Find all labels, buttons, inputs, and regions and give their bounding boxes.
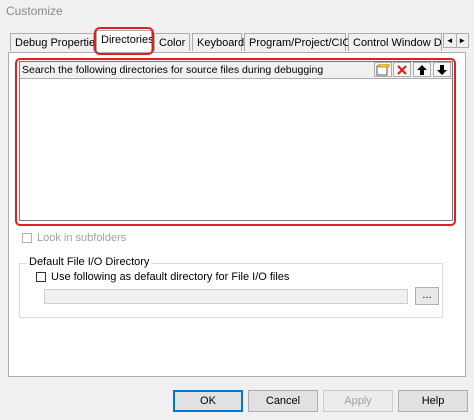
tab-scroll-right-icon[interactable]: ► [455, 34, 469, 47]
look-in-subfolders-checkbox[interactable] [22, 233, 32, 243]
move-up-icon [417, 65, 427, 75]
use-default-dir-checkbox[interactable] [36, 272, 46, 282]
directories-tab-highlight [94, 27, 154, 55]
browse-button[interactable]: ... [415, 287, 439, 305]
tab-control-window[interactable]: Control Window Di [348, 33, 442, 51]
delete-button[interactable] [393, 62, 411, 77]
window-title: Customize [6, 4, 63, 18]
ok-button[interactable]: OK [173, 390, 243, 412]
directory-list[interactable] [19, 61, 453, 221]
new-folder-button[interactable] [374, 62, 392, 77]
move-down-button[interactable] [433, 62, 451, 77]
tab-program-project-cio[interactable]: Program/Project/CIO [244, 33, 351, 51]
file-io-path-field[interactable] [44, 289, 408, 304]
tab-scroll-arrows[interactable]: ◄ ► [443, 33, 469, 48]
move-down-icon [437, 65, 447, 75]
apply-button[interactable]: Apply [323, 390, 393, 412]
look-in-subfolders-label: Look in subfolders [37, 232, 127, 244]
directory-list-header-text: Search the following directories for sou… [22, 64, 324, 76]
tab-scroll-left-icon[interactable]: ◄ [444, 34, 456, 47]
title-bar: Customize [0, 0, 474, 22]
use-default-dir-label: Use following as default directory for F… [51, 271, 290, 283]
file-io-group-label: Default File I/O Directory [27, 256, 152, 268]
tab-debug-properties[interactable]: Debug Properties [10, 33, 101, 51]
cancel-button[interactable]: Cancel [248, 390, 318, 412]
delete-icon [397, 65, 407, 75]
new-folder-icon [376, 63, 390, 76]
tab-color[interactable]: Color [154, 33, 190, 51]
help-button[interactable]: Help [398, 390, 468, 412]
move-up-button[interactable] [413, 62, 431, 77]
tab-keyboard[interactable]: Keyboard [192, 33, 244, 51]
